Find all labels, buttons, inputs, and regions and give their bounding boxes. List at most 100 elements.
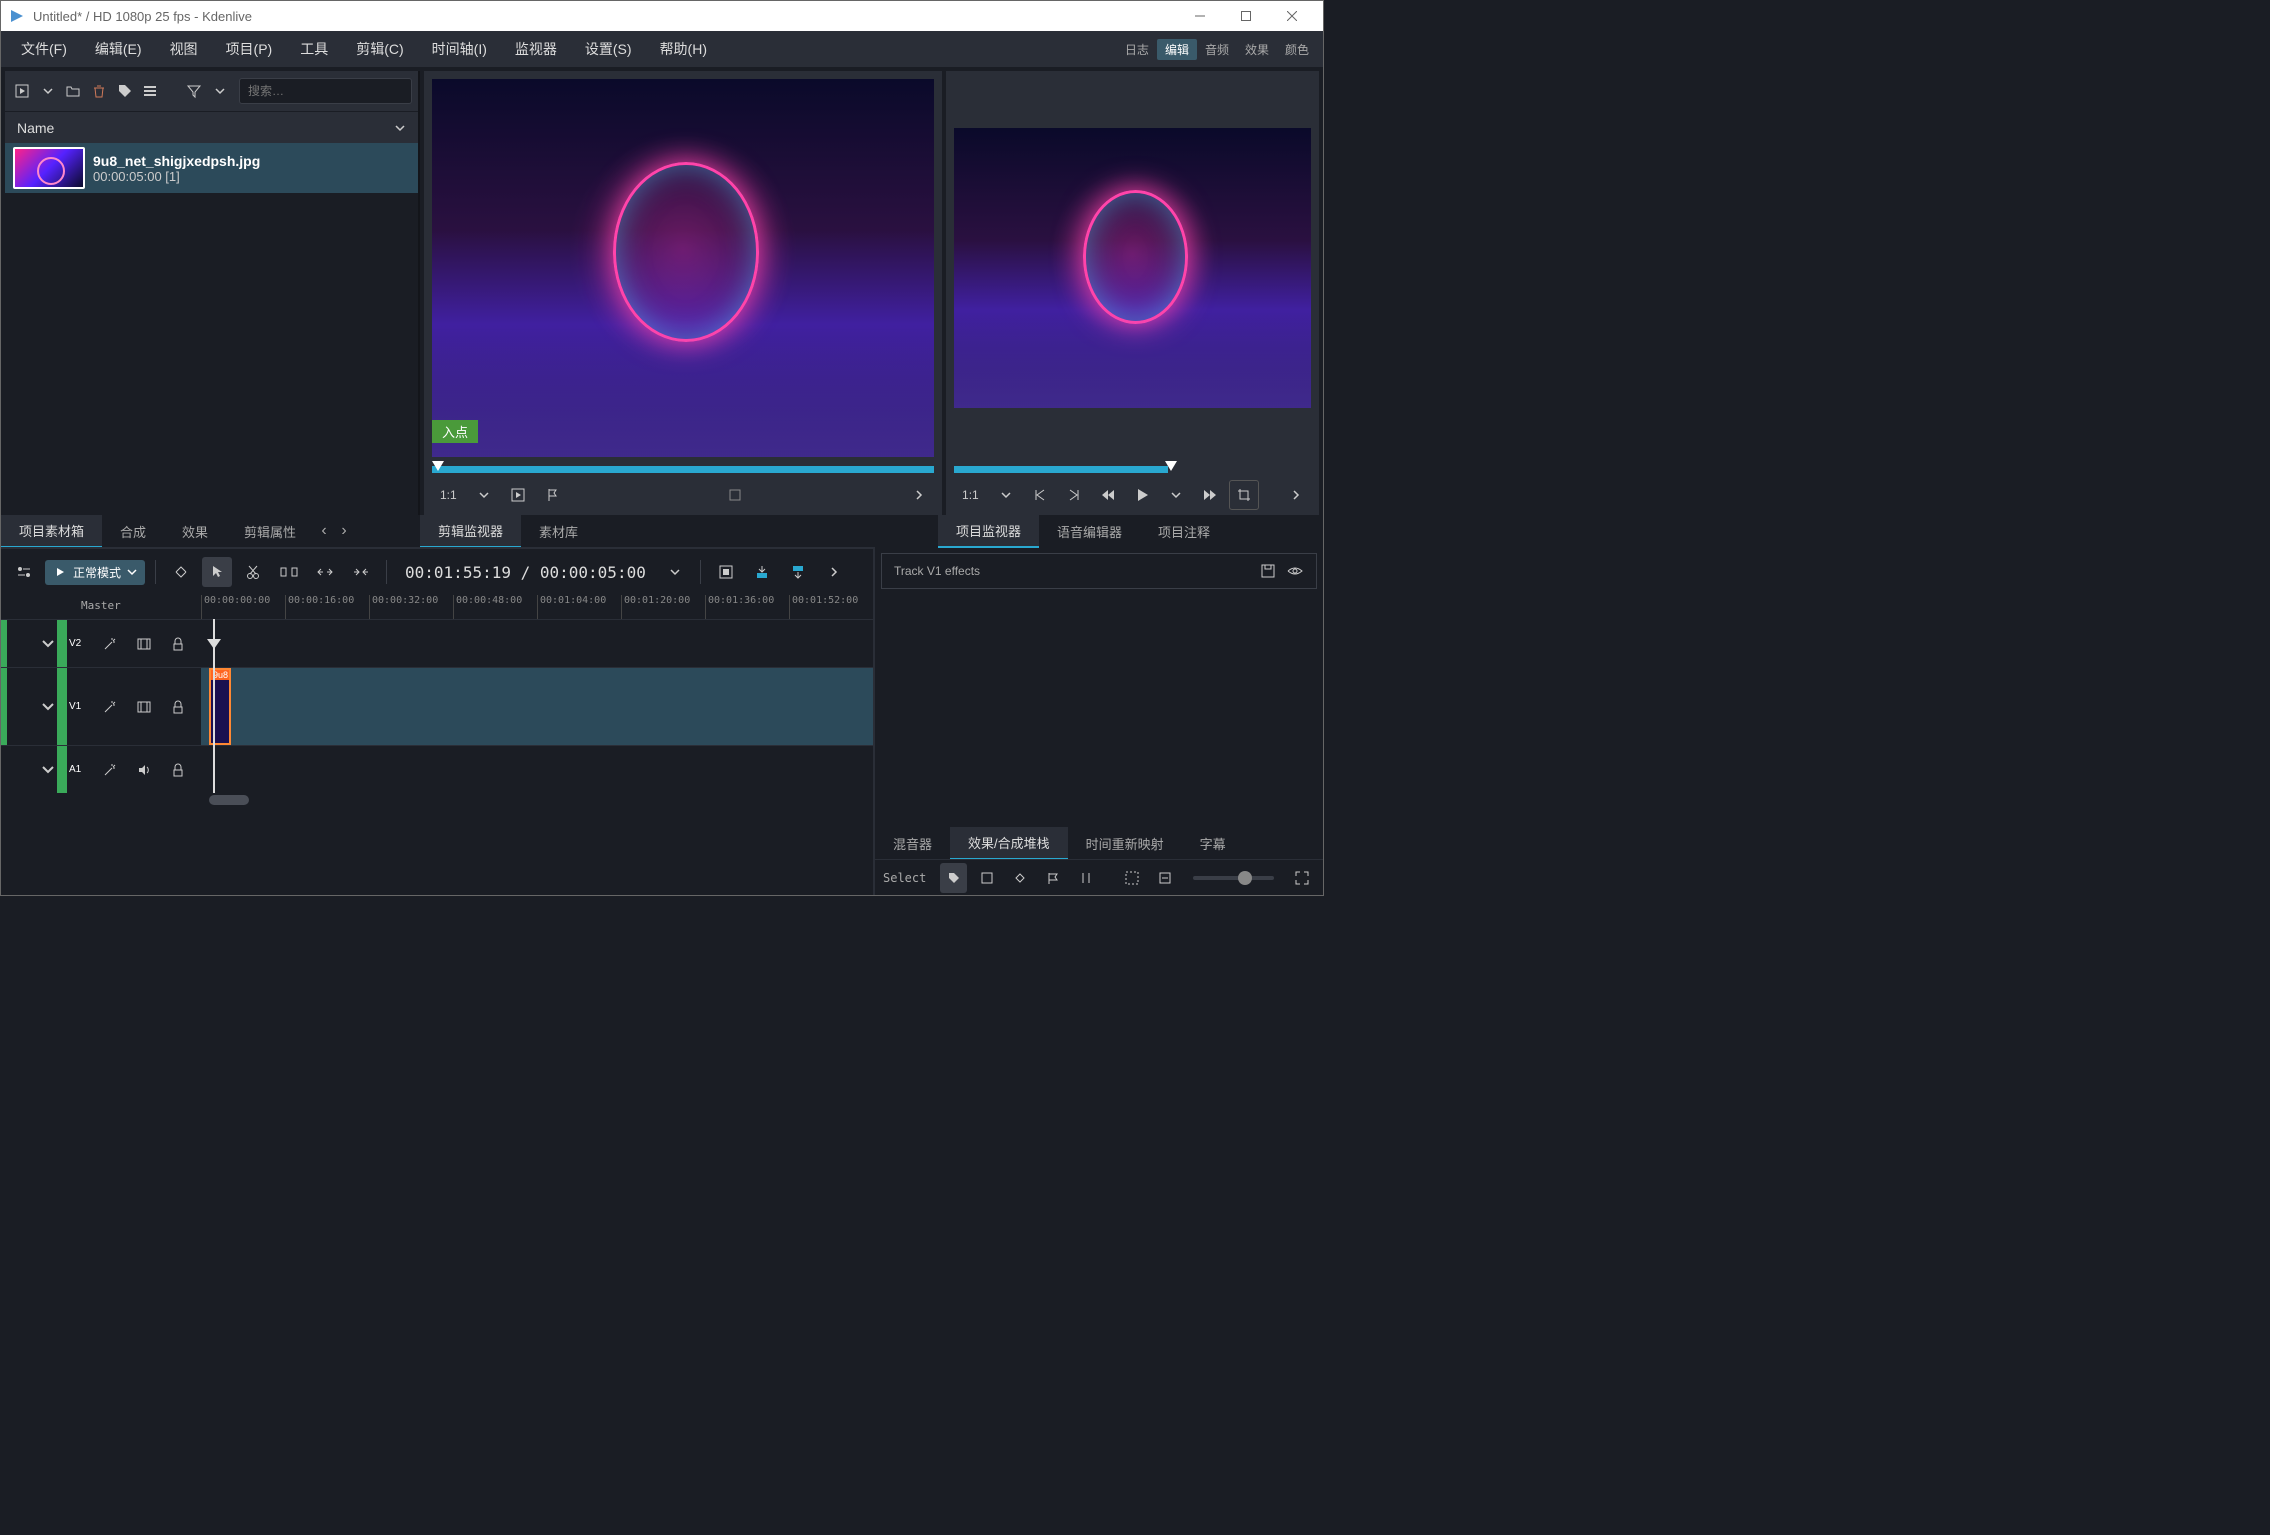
go-end-icon[interactable] <box>1059 480 1089 510</box>
tag-tool-icon[interactable] <box>940 863 967 893</box>
bin-item[interactable]: 9u8_net_shigjxedpsh.jpg 00:00:05:00 [1] <box>5 143 418 193</box>
delete-icon[interactable] <box>88 76 110 106</box>
marker-icon[interactable] <box>537 480 567 510</box>
folder-icon[interactable] <box>62 76 84 106</box>
menu-tool[interactable]: 工具 <box>286 33 342 65</box>
zoom-out-icon[interactable] <box>1152 863 1179 893</box>
forward-icon[interactable] <box>1195 480 1225 510</box>
chevron-right-icon[interactable] <box>1281 480 1311 510</box>
video-icon[interactable] <box>129 692 159 722</box>
tab-library[interactable]: 素材库 <box>521 516 596 547</box>
menu-project[interactable]: 项目(P) <box>212 33 287 65</box>
effects-body[interactable] <box>875 595 1323 827</box>
tab-clip-props[interactable]: 剪辑属性 <box>226 516 314 547</box>
menu-clip[interactable]: 剪辑(C) <box>342 33 417 65</box>
layout-color[interactable]: 颜色 <box>1277 39 1317 60</box>
tab-project-bin[interactable]: 项目素材箱 <box>1 515 102 548</box>
effects-icon[interactable] <box>95 755 125 785</box>
track-head-v1[interactable]: V1 <box>1 668 201 745</box>
minimize-button[interactable] <box>1177 1 1223 31</box>
lock-icon[interactable] <box>163 629 193 659</box>
zoom-ratio[interactable]: 1:1 <box>954 486 987 504</box>
tab-compose[interactable]: 合成 <box>102 516 164 547</box>
menu-help[interactable]: 帮助(H) <box>646 33 721 65</box>
overwrite-icon[interactable] <box>747 557 777 587</box>
close-button[interactable] <box>1269 1 1315 31</box>
layout-edit[interactable]: 编辑 <box>1157 39 1197 60</box>
zone-icon[interactable] <box>711 557 741 587</box>
maximize-button[interactable] <box>1223 1 1269 31</box>
chevron-right-icon[interactable] <box>819 557 849 587</box>
flag-icon[interactable] <box>1040 863 1067 893</box>
spacer-tool-icon[interactable] <box>274 557 304 587</box>
tab-effects[interactable]: 效果 <box>164 516 226 547</box>
menu-file[interactable]: 文件(F) <box>7 33 81 65</box>
rewind-icon[interactable] <box>1093 480 1123 510</box>
clip-monitor-viewport[interactable]: 入点 <box>424 71 942 465</box>
chevron-down-icon[interactable] <box>37 76 59 106</box>
ripple-icon[interactable] <box>346 557 376 587</box>
tab-speech[interactable]: 语音编辑器 <box>1039 516 1140 547</box>
audio-icon[interactable] <box>129 755 159 785</box>
effects-icon[interactable] <box>95 692 125 722</box>
insert-icon[interactable] <box>783 557 813 587</box>
crop-icon[interactable] <box>1229 480 1259 510</box>
project-monitor-scrubber[interactable] <box>954 465 1311 475</box>
tab-stack[interactable]: 效果/合成堆栈 <box>950 827 1068 860</box>
chevron-down-icon[interactable] <box>469 480 499 510</box>
layout-log[interactable]: 日志 <box>1117 39 1157 60</box>
playhead-handle[interactable] <box>207 639 221 649</box>
track-compositing-icon[interactable] <box>166 557 196 587</box>
cut-tool-icon[interactable] <box>238 557 268 587</box>
clip-monitor-scrubber[interactable] <box>432 465 934 475</box>
track-body[interactable] <box>201 620 873 667</box>
project-monitor-viewport[interactable] <box>946 71 1319 465</box>
fit-icon[interactable] <box>310 557 340 587</box>
track-head-v2[interactable]: V2 <box>1 620 201 667</box>
tab-clip-monitor[interactable]: 剪辑监视器 <box>420 515 521 548</box>
tab-project-monitor[interactable]: 项目监视器 <box>938 515 1039 548</box>
tab-mixer[interactable]: 混音器 <box>875 828 950 859</box>
track-body[interactable]: 9u8 <box>201 668 873 745</box>
tab-subtitle[interactable]: 字幕 <box>1182 828 1244 859</box>
video-icon[interactable] <box>129 629 159 659</box>
menu-view[interactable]: 视图 <box>156 33 212 65</box>
zoom-slider[interactable] <box>1193 876 1274 880</box>
fullscreen-icon[interactable] <box>1288 863 1315 893</box>
menu-edit[interactable]: 编辑(E) <box>81 33 156 65</box>
edit-mode-dropdown[interactable]: 正常模式 <box>45 560 145 585</box>
lock-icon[interactable] <box>163 692 193 722</box>
tab-prev-icon[interactable]: ‹ <box>314 522 334 540</box>
menu-settings[interactable]: 设置(S) <box>571 33 646 65</box>
bin-search-input[interactable] <box>239 78 412 104</box>
add-clip-icon[interactable] <box>11 76 33 106</box>
timeline-scrollbar[interactable] <box>1 793 873 807</box>
layout-audio[interactable]: 音频 <box>1197 39 1237 60</box>
tab-next-icon[interactable]: › <box>334 522 354 540</box>
tab-remap[interactable]: 时间重新映射 <box>1068 828 1182 859</box>
track-head-a1[interactable]: A1 <box>1 746 201 793</box>
fit-zoom-icon[interactable] <box>1119 863 1146 893</box>
guides-icon[interactable] <box>1073 863 1100 893</box>
timeline-ruler[interactable]: Master 00:00:00:00 00:00:16:00 00:00:32:… <box>1 595 873 619</box>
bin-column-header[interactable]: Name <box>5 111 418 143</box>
snap-icon[interactable] <box>1006 863 1033 893</box>
timecode-display[interactable]: 00:01:55:19 / 00:00:05:00 <box>397 563 654 582</box>
save-icon[interactable] <box>973 863 1000 893</box>
extract-icon[interactable] <box>720 480 750 510</box>
chevron-right-icon[interactable] <box>904 480 934 510</box>
chevron-down-icon[interactable] <box>209 76 231 106</box>
save-icon[interactable] <box>1260 563 1276 579</box>
select-tool-icon[interactable] <box>202 557 232 587</box>
filter-icon[interactable] <box>184 76 206 106</box>
settings-icon[interactable] <box>9 557 39 587</box>
lock-icon[interactable] <box>163 755 193 785</box>
eye-icon[interactable] <box>1286 563 1304 579</box>
chevron-down-icon[interactable] <box>660 557 690 587</box>
layout-effect[interactable]: 效果 <box>1237 39 1277 60</box>
play-icon[interactable] <box>1127 480 1157 510</box>
tag-icon[interactable] <box>114 76 136 106</box>
menu-monitor[interactable]: 监视器 <box>501 33 571 65</box>
menu-timeline[interactable]: 时间轴(I) <box>418 33 501 65</box>
in-point-icon[interactable] <box>503 480 533 510</box>
